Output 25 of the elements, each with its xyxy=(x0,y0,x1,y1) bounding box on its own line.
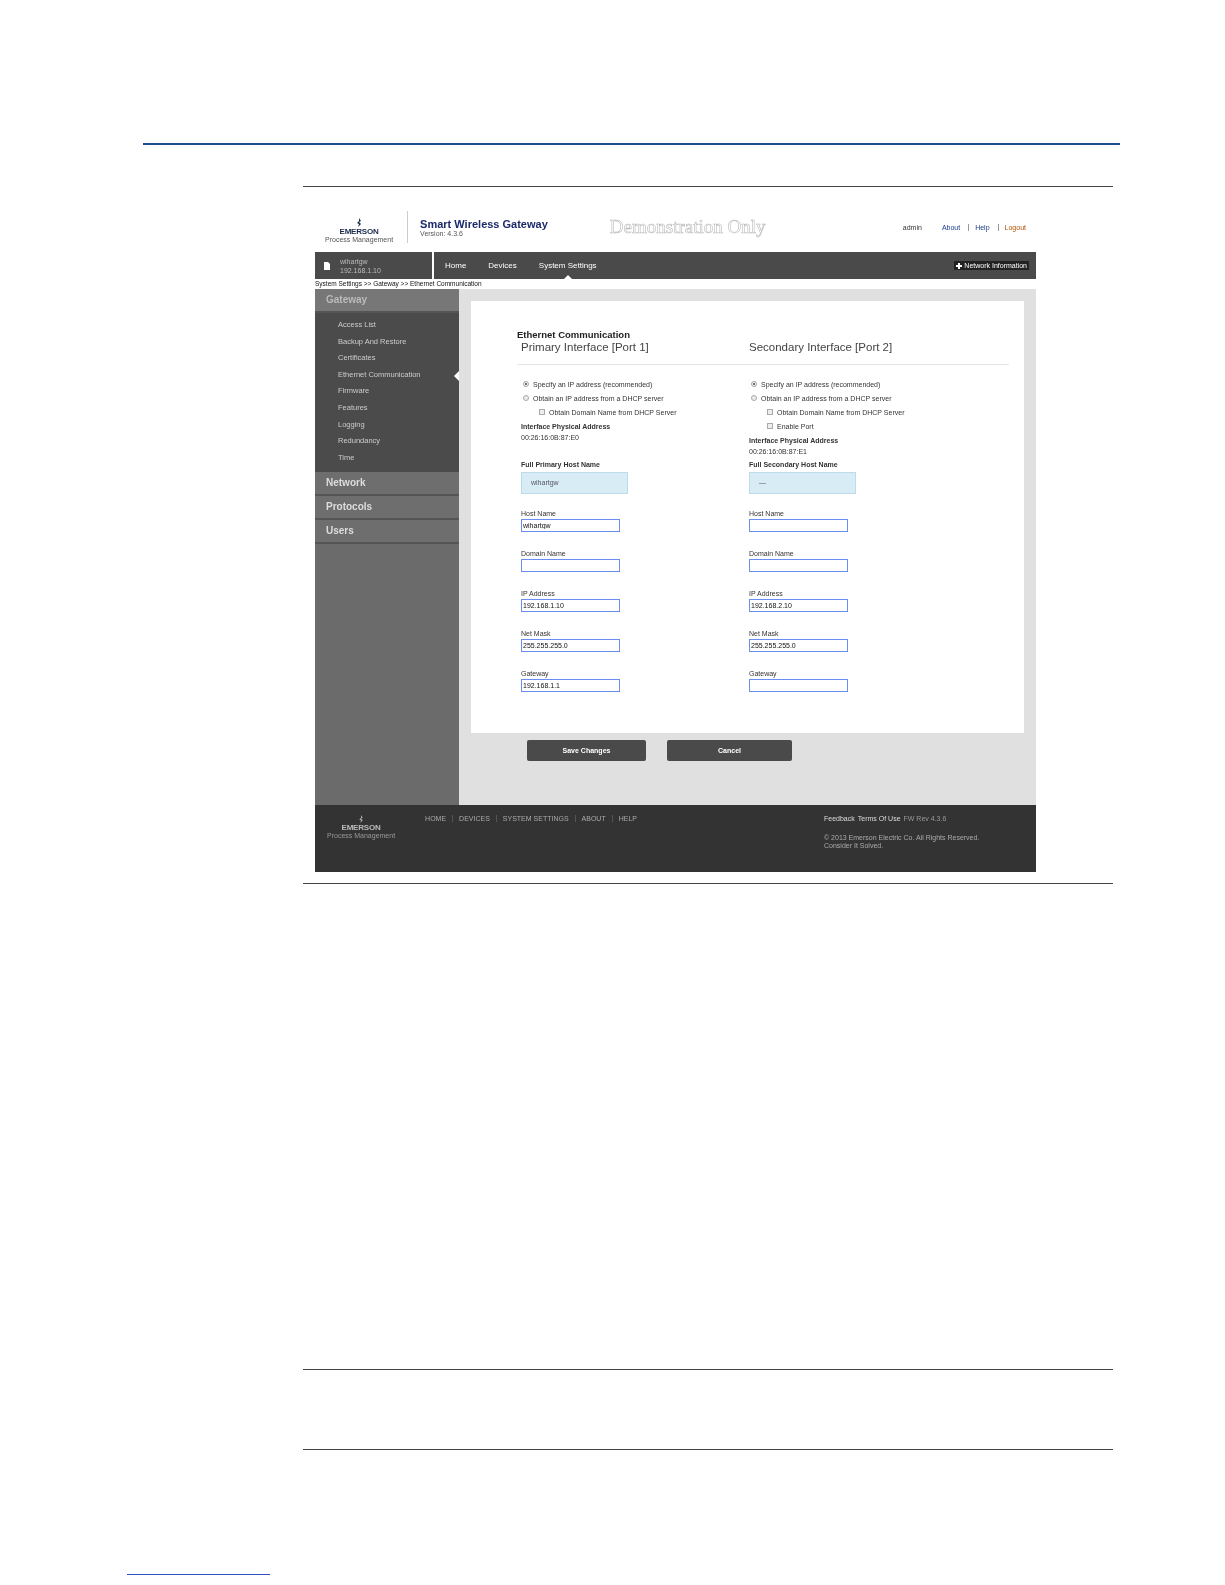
input-field[interactable] xyxy=(749,679,848,692)
checkbox-icon[interactable] xyxy=(539,409,545,415)
interface-heading: Secondary Interface [Port 2] xyxy=(749,341,894,355)
radio-icon[interactable] xyxy=(751,381,757,387)
checkbox-icon[interactable] xyxy=(767,423,773,429)
radio-icon[interactable] xyxy=(523,381,529,387)
nav-tab[interactable]: System Settings xyxy=(527,252,608,279)
checkbox-icon[interactable] xyxy=(767,409,773,415)
form-title: Ethernet Communication xyxy=(517,329,631,340)
footer-logo-text: EMERSON xyxy=(341,823,381,832)
plus-icon xyxy=(956,262,963,269)
input-field[interactable] xyxy=(749,519,848,532)
interface-heading: Primary Interface [Port 1] xyxy=(521,341,650,355)
logo-mark-icon xyxy=(355,218,364,227)
radio-icon[interactable] xyxy=(751,395,757,401)
input-field[interactable] xyxy=(749,559,848,572)
nav-tab[interactable]: Devices xyxy=(477,252,528,279)
device-icon xyxy=(324,261,330,270)
demonstration-label: Demonstration Only xyxy=(609,216,767,238)
input-field[interactable] xyxy=(521,559,620,572)
nav-tab[interactable]: Home xyxy=(434,252,478,279)
radio-icon[interactable] xyxy=(523,395,529,401)
logo-text: EMERSON xyxy=(339,227,379,236)
product-name: Smart Wireless Gateway xyxy=(420,217,548,230)
logo-mark-icon xyxy=(357,815,366,823)
